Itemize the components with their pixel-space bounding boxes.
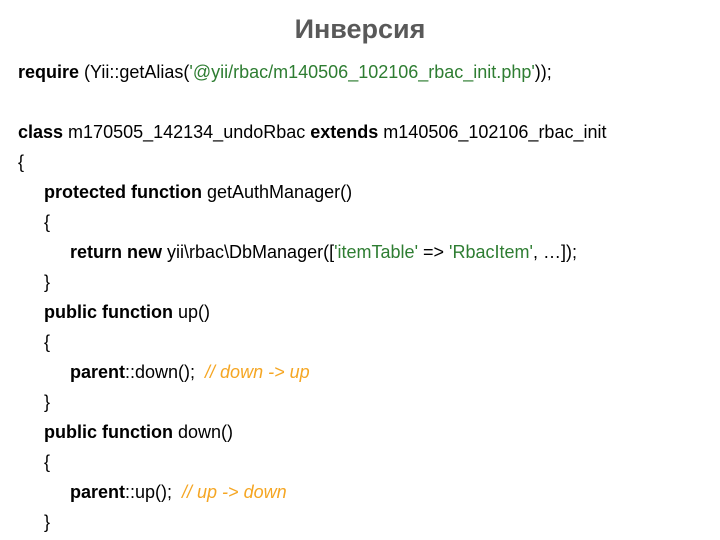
code-line: parent::down(); // down -> up: [18, 357, 702, 387]
keyword: class: [18, 122, 63, 142]
code-line: public function down(): [18, 417, 702, 447]
text: , …]);: [533, 242, 577, 262]
text: }: [18, 387, 50, 417]
text: getAuthManager(): [202, 182, 352, 202]
text: (Yii::getAlias(: [79, 62, 189, 82]
keyword: return new: [70, 242, 162, 262]
code-line: return new yii\rbac\DbManager(['itemTabl…: [18, 237, 702, 267]
text: {: [18, 447, 50, 477]
text: ::up();: [125, 482, 182, 502]
text: {: [18, 207, 50, 237]
text: ));: [535, 62, 552, 82]
keyword: parent: [70, 482, 125, 502]
keyword: public function: [44, 422, 173, 442]
blank-line: [18, 87, 702, 117]
string: 'itemTable': [334, 242, 418, 262]
text: }: [18, 507, 50, 537]
comment: // down -> up: [205, 362, 310, 382]
keyword: protected function: [44, 182, 202, 202]
comment: // up -> down: [182, 482, 287, 502]
text: m170505_142134_undoRbac: [63, 122, 310, 142]
code-line: {: [18, 147, 702, 177]
code-line: }: [18, 387, 702, 417]
string: 'RbacItem': [449, 242, 533, 262]
code-line: {: [18, 207, 702, 237]
keyword: parent: [70, 362, 125, 382]
text: m140506_102106_rbac_init: [378, 122, 606, 142]
code-line: {: [18, 327, 702, 357]
text: down(): [173, 422, 233, 442]
code-line: {: [18, 447, 702, 477]
text: yii\rbac\DbManager([: [162, 242, 334, 262]
text: =>: [418, 242, 449, 262]
text: up(): [173, 302, 210, 322]
code-line: }: [18, 507, 702, 537]
code-line: public function up(): [18, 297, 702, 327]
string: '@yii/rbac/m140506_102106_rbac_init.php': [189, 62, 534, 82]
code-line: require (Yii::getAlias('@yii/rbac/m14050…: [18, 57, 702, 87]
code-line: class m170505_142134_undoRbac extends m1…: [18, 117, 702, 147]
code-line: }: [18, 267, 702, 297]
text: ::down();: [125, 362, 205, 382]
keyword: public function: [44, 302, 173, 322]
slide-title: Инверсия: [18, 14, 702, 45]
text: {: [18, 327, 50, 357]
keyword: extends: [310, 122, 378, 142]
code-line: parent::up(); // up -> down: [18, 477, 702, 507]
text: }: [18, 267, 50, 297]
keyword: require: [18, 62, 79, 82]
code-line: protected function getAuthManager(): [18, 177, 702, 207]
code-block: require (Yii::getAlias('@yii/rbac/m14050…: [18, 57, 702, 537]
